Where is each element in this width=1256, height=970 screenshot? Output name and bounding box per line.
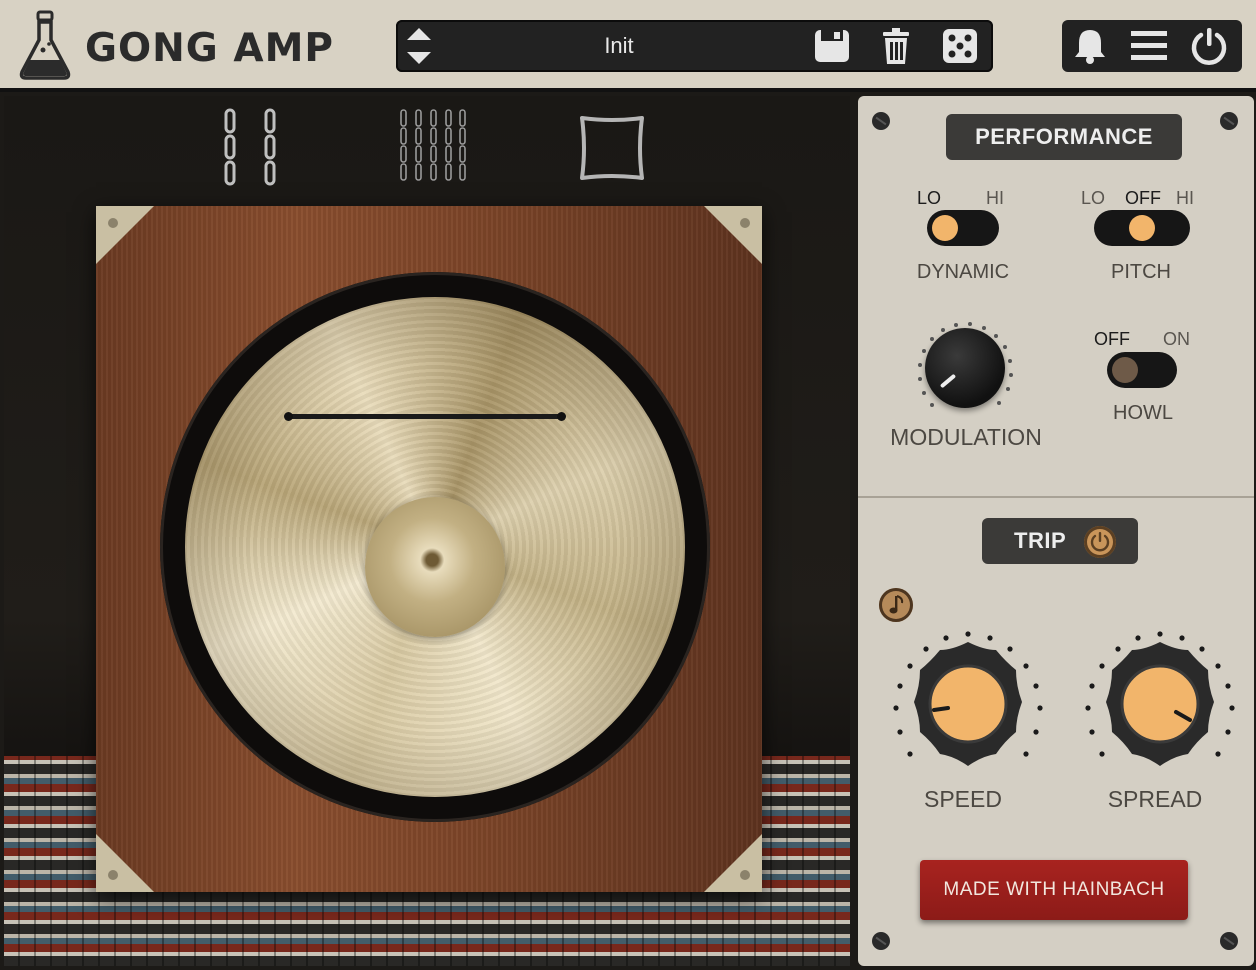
pitch-off-label: OFF [1125,188,1161,208]
howl-off-label: OFF [1094,329,1130,349]
screw-icon [872,932,890,950]
save-icon[interactable] [813,27,851,65]
modulation-label: MODULATION [890,424,1042,450]
speaker-opening [160,272,710,822]
pitch-toggle[interactable] [1094,210,1190,246]
bell-icon[interactable] [1070,26,1110,66]
five-chain-icon[interactable] [398,106,466,188]
toggle-knob [1112,357,1138,383]
header-bar: GONG AMP Init [0,0,1256,92]
control-panel: PERFORMANCE LO HI DYNAMIC LO OFF HI PITC… [858,96,1254,966]
speed-knob[interactable] [888,626,1048,786]
corner-protector [96,206,154,264]
toggle-knob [932,215,958,241]
menu-icon[interactable] [1129,26,1169,66]
howl-label: HOWL [1113,402,1173,424]
spread-label: SPREAD [1107,786,1203,812]
double-chain-icon[interactable] [220,106,280,188]
up-down-arrows-icon[interactable] [404,24,434,68]
gong-image [185,297,685,797]
tempo-sync-note-icon[interactable] [879,588,913,622]
performance-section-label: PERFORMANCE [946,114,1182,160]
preset-name[interactable]: Init [544,33,694,59]
screw-icon [1220,932,1238,950]
corner-protector [96,834,154,892]
flask-logo-icon [19,10,71,80]
power-icon[interactable] [1189,26,1229,66]
pitch-lo-label: LO [1081,188,1106,208]
amp-cabinet [96,206,762,892]
dice-icon[interactable] [941,27,979,65]
dynamic-label: DYNAMIC [916,261,1010,283]
made-with-hainbach-button[interactable]: MADE WITH HAINBACH [920,860,1188,920]
utility-buttons [1062,20,1242,72]
dynamic-lo-label: LO [917,188,942,208]
dynamic-toggle[interactable] [927,210,999,246]
corner-protector [704,834,762,892]
speed-label: SPEED [924,786,1002,812]
toggle-knob [1129,215,1155,241]
corner-protector [704,206,762,264]
howl-toggle[interactable] [1107,352,1177,388]
trash-icon[interactable] [877,27,915,65]
spread-knob[interactable] [1080,626,1240,786]
howl-on-label: ON [1163,329,1190,349]
preset-bar: Init [396,20,993,72]
dynamic-hi-label: HI [986,188,1004,208]
app-title: GONG AMP [85,26,334,71]
trip-power-icon[interactable] [1084,526,1116,558]
mallet-stick [284,412,566,421]
gong-boss [365,497,505,637]
pitch-hi-label: HI [1176,188,1194,208]
section-divider [858,496,1254,498]
amp-scene [4,96,850,966]
screw-icon [1220,112,1238,130]
pitch-label: PITCH [1111,261,1171,283]
screw-icon [872,112,890,130]
modulation-knob[interactable] [925,328,1005,408]
square-frame-icon[interactable] [576,112,648,184]
